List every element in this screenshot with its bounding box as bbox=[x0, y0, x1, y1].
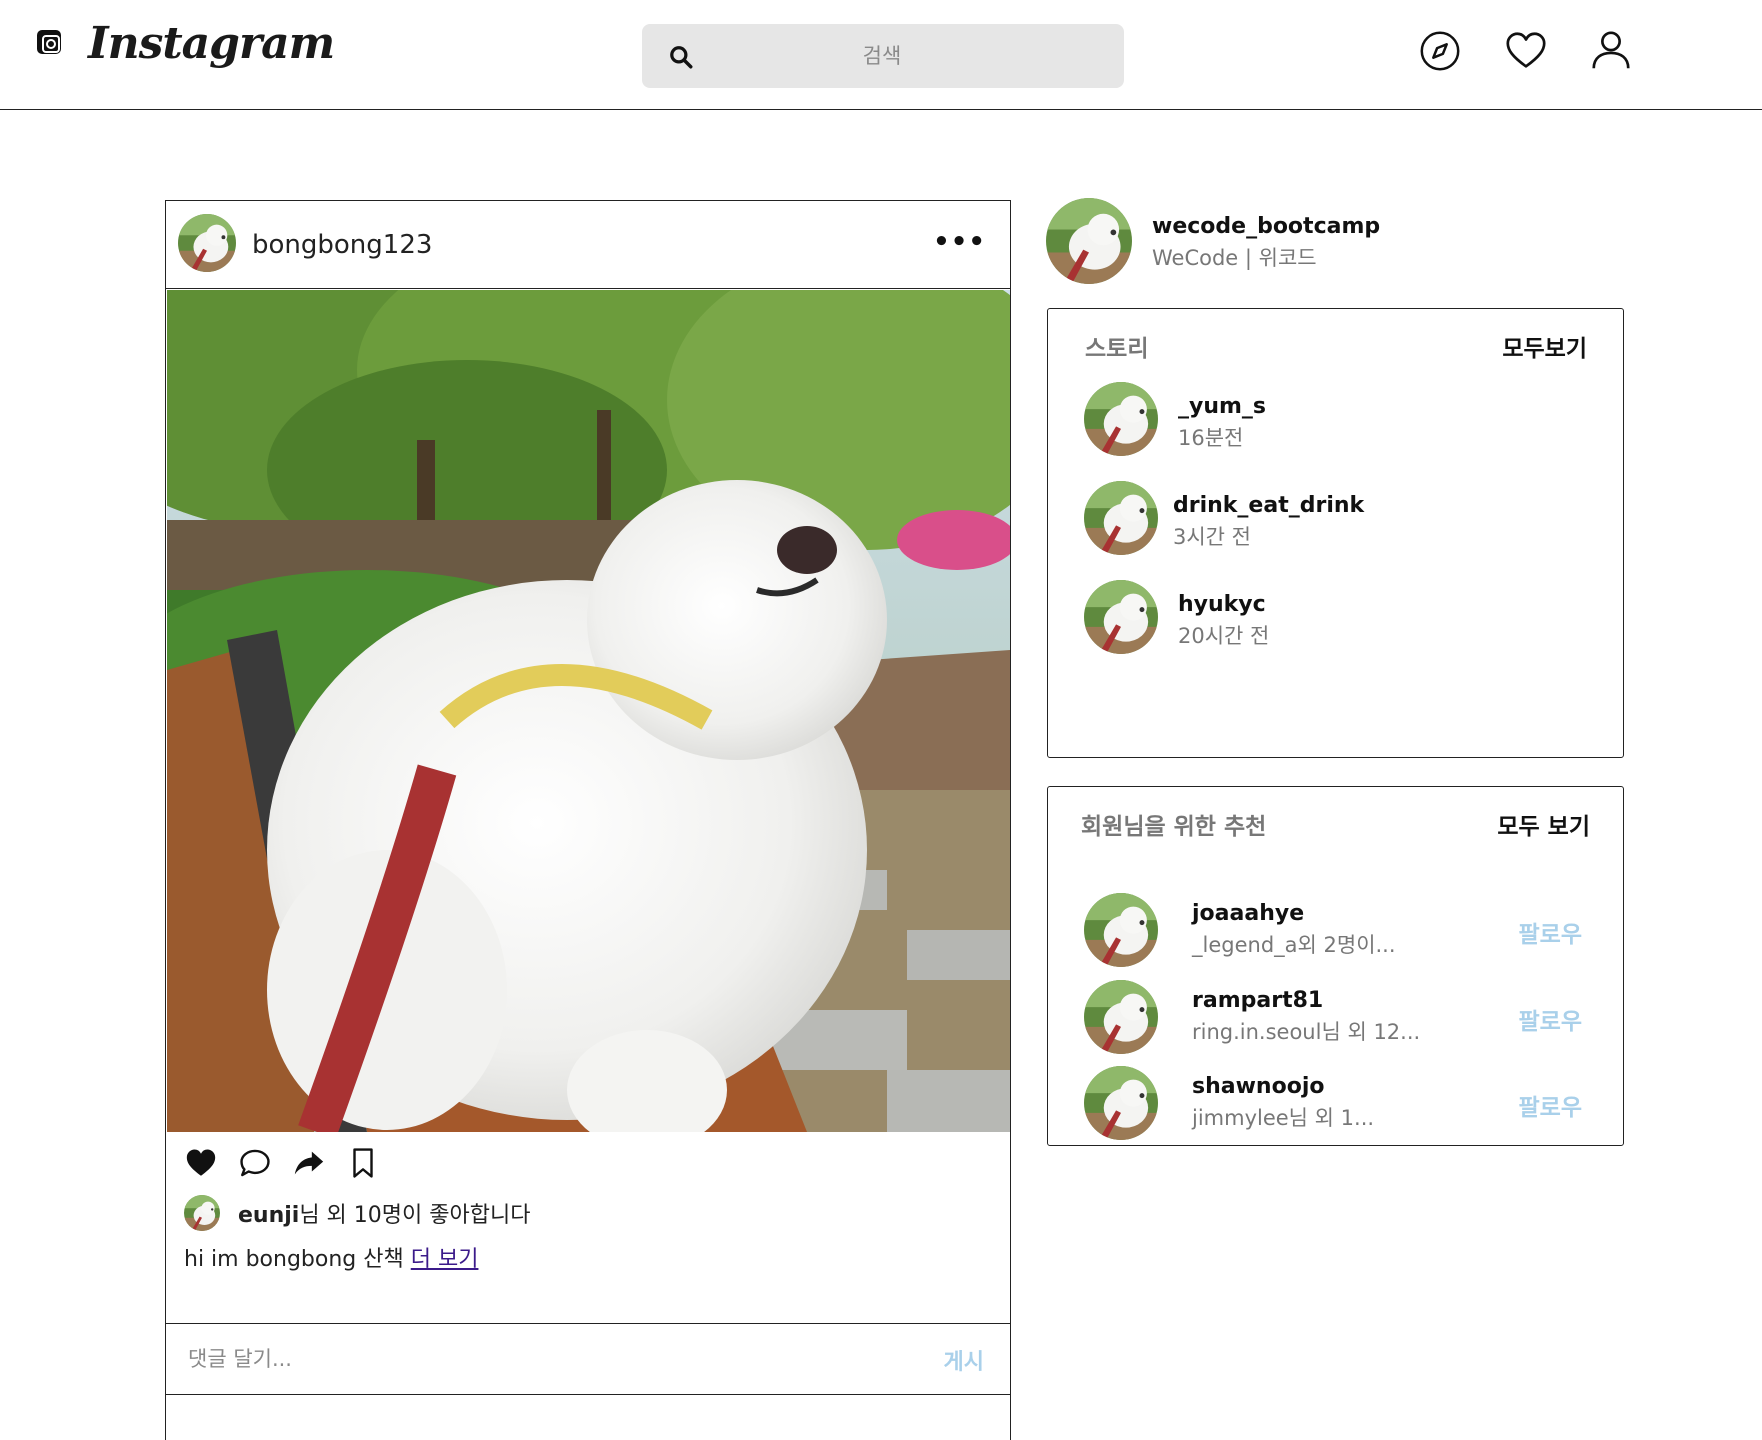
recommendation-avatar[interactable] bbox=[1084, 1066, 1158, 1140]
comment-bubble-icon[interactable] bbox=[238, 1146, 272, 1180]
follow-button[interactable]: 팔로우 bbox=[1519, 1002, 1582, 1036]
likes-suffix: 님 외 10명이 좋아합니다 bbox=[299, 1203, 531, 1228]
story-item[interactable]: hyukyc 20시간 전 bbox=[1084, 580, 1584, 654]
story-time: 20시간 전 bbox=[1178, 624, 1270, 648]
stories-panel: 스토리 모두보기 _yum_s 16분전 drink_eat_drink 3시간… bbox=[1047, 308, 1624, 758]
instagram-logo-icon[interactable] bbox=[37, 30, 61, 54]
current-user-username[interactable]: wecode_bootcamp bbox=[1152, 214, 1380, 239]
heart-icon[interactable] bbox=[1503, 28, 1549, 74]
stories-see-all-button[interactable]: 모두보기 bbox=[1502, 329, 1587, 363]
recommendation-item: shawnoojo jimmylee님 외 1... 팔로우 bbox=[1084, 1066, 1594, 1140]
post-comment-button[interactable]: 게시 bbox=[944, 1344, 984, 1376]
search-bar[interactable] bbox=[642, 24, 1124, 88]
recommendation-username[interactable]: shawnoojo bbox=[1192, 1074, 1324, 1099]
story-time: 3시간 전 bbox=[1173, 525, 1251, 549]
share-arrow-icon[interactable] bbox=[292, 1146, 326, 1180]
post-author-username[interactable]: bongbong123 bbox=[252, 230, 432, 260]
recommendations-see-all-button[interactable]: 모두 보기 bbox=[1497, 807, 1590, 841]
bookmark-icon[interactable] bbox=[346, 1146, 380, 1180]
see-more-link[interactable]: 더 보기 bbox=[411, 1247, 479, 1272]
comment-bar: 게시 bbox=[166, 1323, 1010, 1395]
post-author-avatar[interactable] bbox=[178, 214, 236, 272]
current-user: wecode_bootcamp WeCode | 위코드 bbox=[1046, 198, 1626, 286]
comment-input[interactable] bbox=[188, 1324, 828, 1394]
recommendations-title: 회원님을 위한 추천 bbox=[1081, 814, 1267, 840]
liker-username[interactable]: eunji bbox=[238, 1203, 299, 1228]
story-username[interactable]: _yum_s bbox=[1178, 394, 1266, 419]
recommendation-subtitle: _legend_a외 2명이... bbox=[1192, 933, 1396, 957]
caption-text: hi im bongbong 산책 bbox=[184, 1247, 404, 1272]
current-user-subtitle: WeCode | 위코드 bbox=[1152, 246, 1317, 270]
post-header: bongbong123 ••• bbox=[166, 201, 1010, 289]
recommendation-item: rampart81 ring.in.seoul님 외 12... 팔로우 bbox=[1084, 980, 1594, 1054]
explore-compass-icon[interactable] bbox=[1417, 28, 1463, 74]
recommendation-subtitle: jimmylee님 외 1... bbox=[1192, 1106, 1375, 1130]
likes-text: eunji님 외 10명이 좋아합니다 bbox=[238, 1197, 530, 1229]
search-icon bbox=[670, 46, 693, 69]
likes-row: eunji님 외 10명이 좋아합니다 bbox=[184, 1193, 530, 1233]
post-caption: hi im bongbong 산책 더 보기 bbox=[184, 1241, 478, 1273]
brand-logo-text[interactable]: Instagram bbox=[88, 18, 335, 69]
follow-button[interactable]: 팔로우 bbox=[1519, 915, 1582, 949]
post-photo[interactable] bbox=[167, 290, 1010, 1132]
search-input[interactable] bbox=[702, 24, 1062, 88]
story-avatar[interactable] bbox=[1084, 481, 1158, 555]
story-item[interactable]: _yum_s 16분전 bbox=[1084, 382, 1584, 456]
story-username[interactable]: hyukyc bbox=[1178, 592, 1266, 617]
story-avatar[interactable] bbox=[1084, 382, 1158, 456]
recommendation-item: joaaahye _legend_a외 2명이... 팔로우 bbox=[1084, 893, 1594, 967]
stories-title: 스토리 bbox=[1085, 336, 1149, 362]
feed-post-card: bongbong123 ••• eunji님 외 10명이 좋아합니다 hi i… bbox=[165, 200, 1011, 1440]
recommendation-username[interactable]: joaaahye bbox=[1192, 901, 1304, 926]
like-heart-icon[interactable] bbox=[184, 1146, 218, 1180]
recommendation-username[interactable]: rampart81 bbox=[1192, 988, 1323, 1013]
recommendation-avatar[interactable] bbox=[1084, 893, 1158, 967]
profile-icon[interactable] bbox=[1588, 28, 1634, 74]
recommendations-panel: 회원님을 위한 추천 모두 보기 joaaahye _legend_a외 2명이… bbox=[1047, 786, 1624, 1146]
liker-avatar[interactable] bbox=[184, 1195, 220, 1231]
more-options-icon[interactable]: ••• bbox=[933, 227, 986, 257]
story-avatar[interactable] bbox=[1084, 580, 1158, 654]
story-time: 16분전 bbox=[1178, 426, 1244, 450]
recommendation-subtitle: ring.in.seoul님 외 12... bbox=[1192, 1020, 1421, 1044]
current-user-avatar[interactable] bbox=[1046, 198, 1132, 284]
recommendation-avatar[interactable] bbox=[1084, 980, 1158, 1054]
post-actions bbox=[184, 1145, 380, 1181]
story-item[interactable]: drink_eat_drink 3시간 전 bbox=[1084, 481, 1584, 555]
top-nav: Instagram bbox=[0, 0, 1762, 110]
story-username[interactable]: drink_eat_drink bbox=[1173, 493, 1364, 518]
follow-button[interactable]: 팔로우 bbox=[1519, 1088, 1582, 1122]
